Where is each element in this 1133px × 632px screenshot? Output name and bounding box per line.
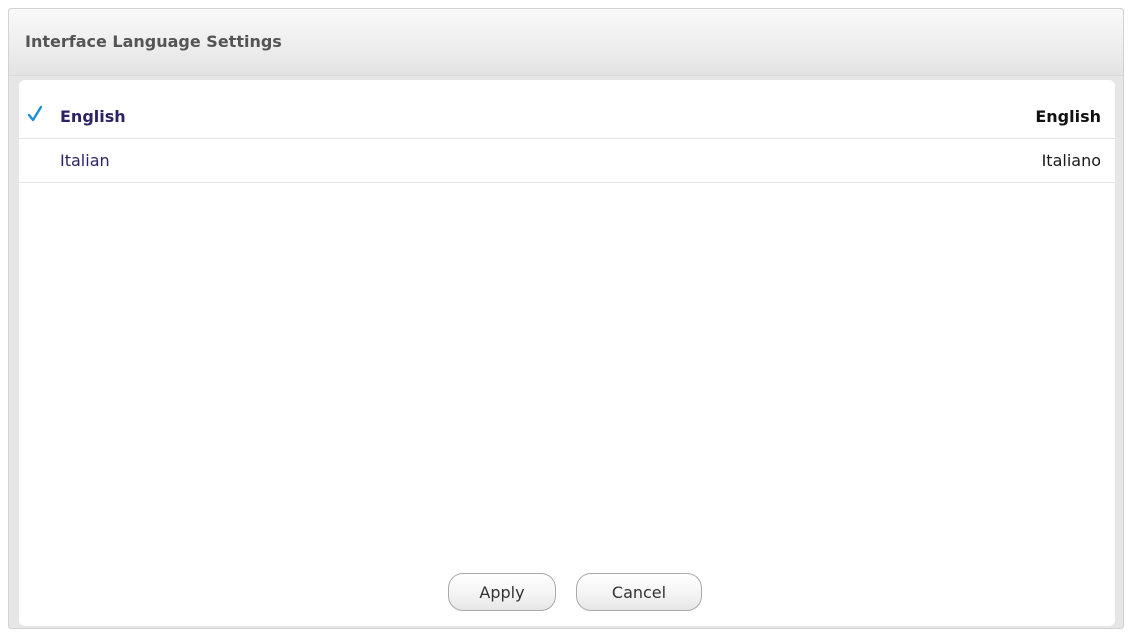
cancel-button[interactable]: Cancel <box>576 573 702 611</box>
dialog-titlebar: Interface Language Settings <box>9 9 1123 76</box>
apply-button[interactable]: Apply <box>448 573 556 611</box>
language-name: Italian <box>60 151 110 170</box>
language-settings-dialog: Interface Language Settings English Engl… <box>8 8 1124 629</box>
dialog-content: English English Italian Italiano Apply C… <box>19 80 1115 626</box>
language-row-italian[interactable]: Italian Italiano <box>19 139 1115 183</box>
checkmark-icon <box>27 105 43 122</box>
dialog-title: Interface Language Settings <box>25 32 282 51</box>
language-native-name: English <box>1035 107 1101 126</box>
language-list: English English Italian Italiano <box>19 95 1115 183</box>
language-name: English <box>60 107 126 126</box>
language-native-name: Italiano <box>1041 151 1101 170</box>
language-row-english[interactable]: English English <box>19 95 1115 139</box>
